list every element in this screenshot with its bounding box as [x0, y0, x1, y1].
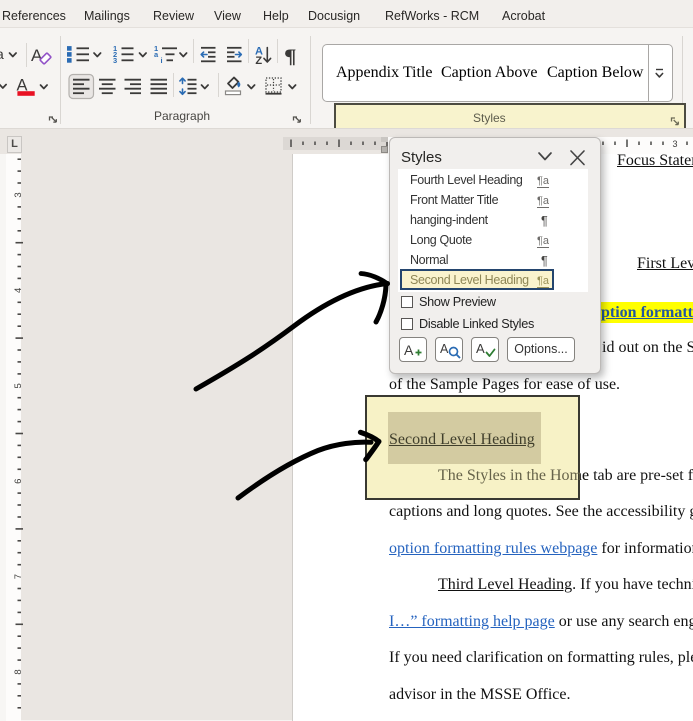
svg-text:Z: Z [255, 55, 262, 67]
svg-text:8: 8 [13, 669, 24, 674]
svg-text:i: i [161, 56, 163, 65]
svg-text:7: 7 [13, 574, 24, 579]
svg-text:3: 3 [113, 56, 117, 65]
svg-text:6: 6 [13, 479, 24, 484]
svg-text:4: 4 [13, 288, 24, 293]
svg-text:¶: ¶ [284, 46, 297, 68]
svg-text:a: a [154, 50, 159, 59]
svg-text:A: A [440, 342, 449, 356]
svg-text:a: a [0, 46, 4, 62]
svg-text:3: 3 [672, 139, 677, 149]
svg-text:5: 5 [13, 383, 24, 388]
svg-text:3: 3 [13, 192, 24, 197]
svg-text:A: A [476, 341, 485, 356]
svg-text:A: A [404, 342, 414, 358]
